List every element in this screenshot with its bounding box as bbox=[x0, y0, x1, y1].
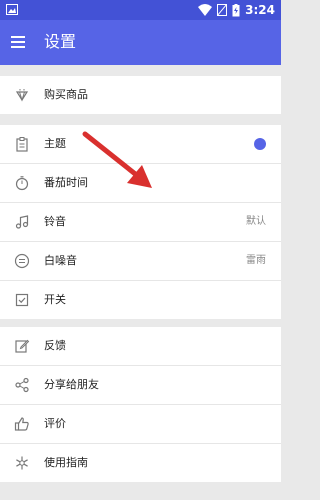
edit-icon bbox=[15, 339, 30, 353]
stopwatch-icon bbox=[15, 176, 29, 191]
settings-item-label: 评价 bbox=[44, 417, 66, 430]
settings-item-guide[interactable]: 使用指南 bbox=[0, 444, 281, 482]
settings-item-label: 番茄时间 bbox=[44, 176, 88, 189]
page-title: 设置 bbox=[44, 32, 77, 51]
preferences-section: 主题 番茄时间 铃音 默认 白噪音 雷雨 开关 bbox=[0, 125, 281, 319]
store-section: 购买商品 bbox=[0, 76, 281, 114]
settings-item-label: 反馈 bbox=[44, 339, 66, 352]
settings-item-purchase[interactable]: 购买商品 bbox=[0, 76, 281, 114]
music-note-icon bbox=[15, 215, 29, 229]
settings-item-rate[interactable]: 评价 bbox=[0, 405, 281, 444]
gallery-icon bbox=[6, 4, 18, 15]
settings-item-label: 分享给朋友 bbox=[44, 378, 99, 391]
checkbox-icon bbox=[15, 293, 29, 307]
noise-icon bbox=[14, 253, 30, 269]
status-time: 3:24 bbox=[245, 3, 275, 17]
snowflake-icon bbox=[16, 456, 28, 470]
settings-item-label: 铃音 bbox=[44, 215, 66, 228]
battery-charging-icon bbox=[232, 3, 240, 16]
settings-item-label: 主题 bbox=[44, 137, 66, 150]
settings-item-ringtone[interactable]: 铃音 默认 bbox=[0, 203, 281, 242]
white-noise-value: 雷雨 bbox=[246, 255, 266, 266]
theme-color-swatch bbox=[254, 138, 266, 150]
settings-item-label: 开关 bbox=[44, 293, 66, 306]
settings-item-white-noise[interactable]: 白噪音 雷雨 bbox=[0, 242, 281, 281]
ringtone-value: 默认 bbox=[246, 216, 266, 227]
settings-item-share[interactable]: 分享给朋友 bbox=[0, 366, 281, 405]
more-section: 反馈 分享给朋友 评价 使用指南 bbox=[0, 327, 281, 482]
diamond-icon bbox=[15, 89, 29, 102]
no-sim-icon bbox=[217, 4, 228, 16]
menu-icon[interactable] bbox=[11, 36, 25, 48]
settings-item-switch[interactable]: 开关 bbox=[0, 281, 281, 319]
thumbs-up-icon bbox=[14, 417, 29, 431]
settings-item-theme[interactable]: 主题 bbox=[0, 125, 281, 164]
clipboard-icon bbox=[16, 137, 28, 152]
status-bar: 3:24 bbox=[0, 0, 281, 20]
settings-item-feedback[interactable]: 反馈 bbox=[0, 327, 281, 366]
app-bar: 设置 bbox=[0, 20, 281, 65]
share-icon bbox=[15, 377, 29, 393]
settings-item-label: 购买商品 bbox=[44, 88, 88, 101]
settings-item-pomodoro-time[interactable]: 番茄时间 bbox=[0, 164, 281, 203]
settings-item-label: 使用指南 bbox=[44, 456, 88, 469]
wifi-icon bbox=[198, 4, 213, 16]
settings-item-label: 白噪音 bbox=[44, 254, 77, 267]
